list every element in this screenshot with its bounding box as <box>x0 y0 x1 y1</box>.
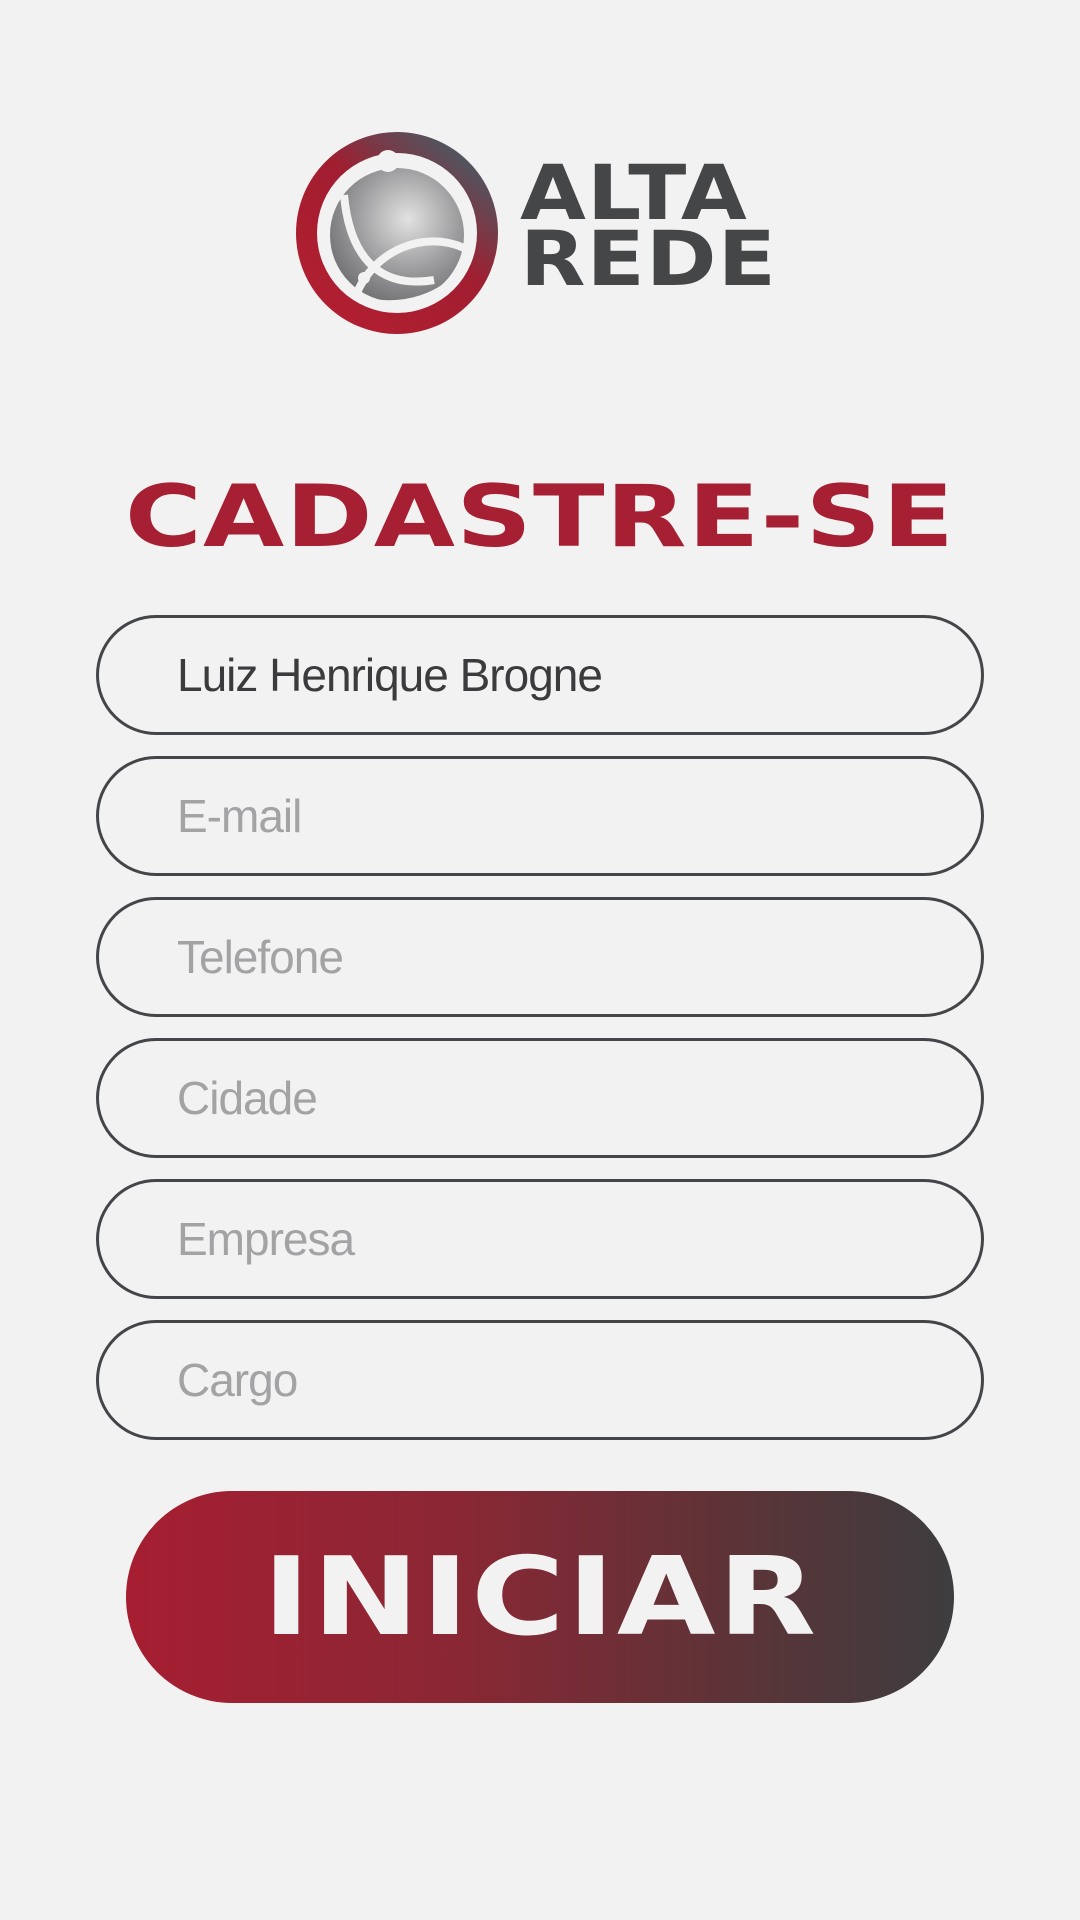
name-field[interactable]: Luiz Henrique Brogne <box>96 615 984 735</box>
company-field[interactable]: Empresa <box>96 1179 984 1299</box>
brand-wordmark: ALTA REDE <box>520 155 810 310</box>
globe-satellite-icon <box>296 132 498 334</box>
job-title-field[interactable]: Cargo <box>96 1320 984 1440</box>
phone-field[interactable]: Telefone <box>96 897 984 1017</box>
brand-line-2: REDE <box>520 214 777 303</box>
email-field[interactable]: E-mail <box>96 756 984 876</box>
brand-logo: ALTA REDE <box>294 130 794 336</box>
signup-form: Luiz Henrique Brogne E-mail Telefone Cid… <box>96 615 984 1461</box>
start-button-label: INICIAR <box>262 1534 818 1660</box>
start-button[interactable]: INICIAR <box>126 1491 954 1703</box>
page-title: CADASTRE-SE <box>124 467 956 567</box>
city-field[interactable]: Cidade <box>96 1038 984 1158</box>
